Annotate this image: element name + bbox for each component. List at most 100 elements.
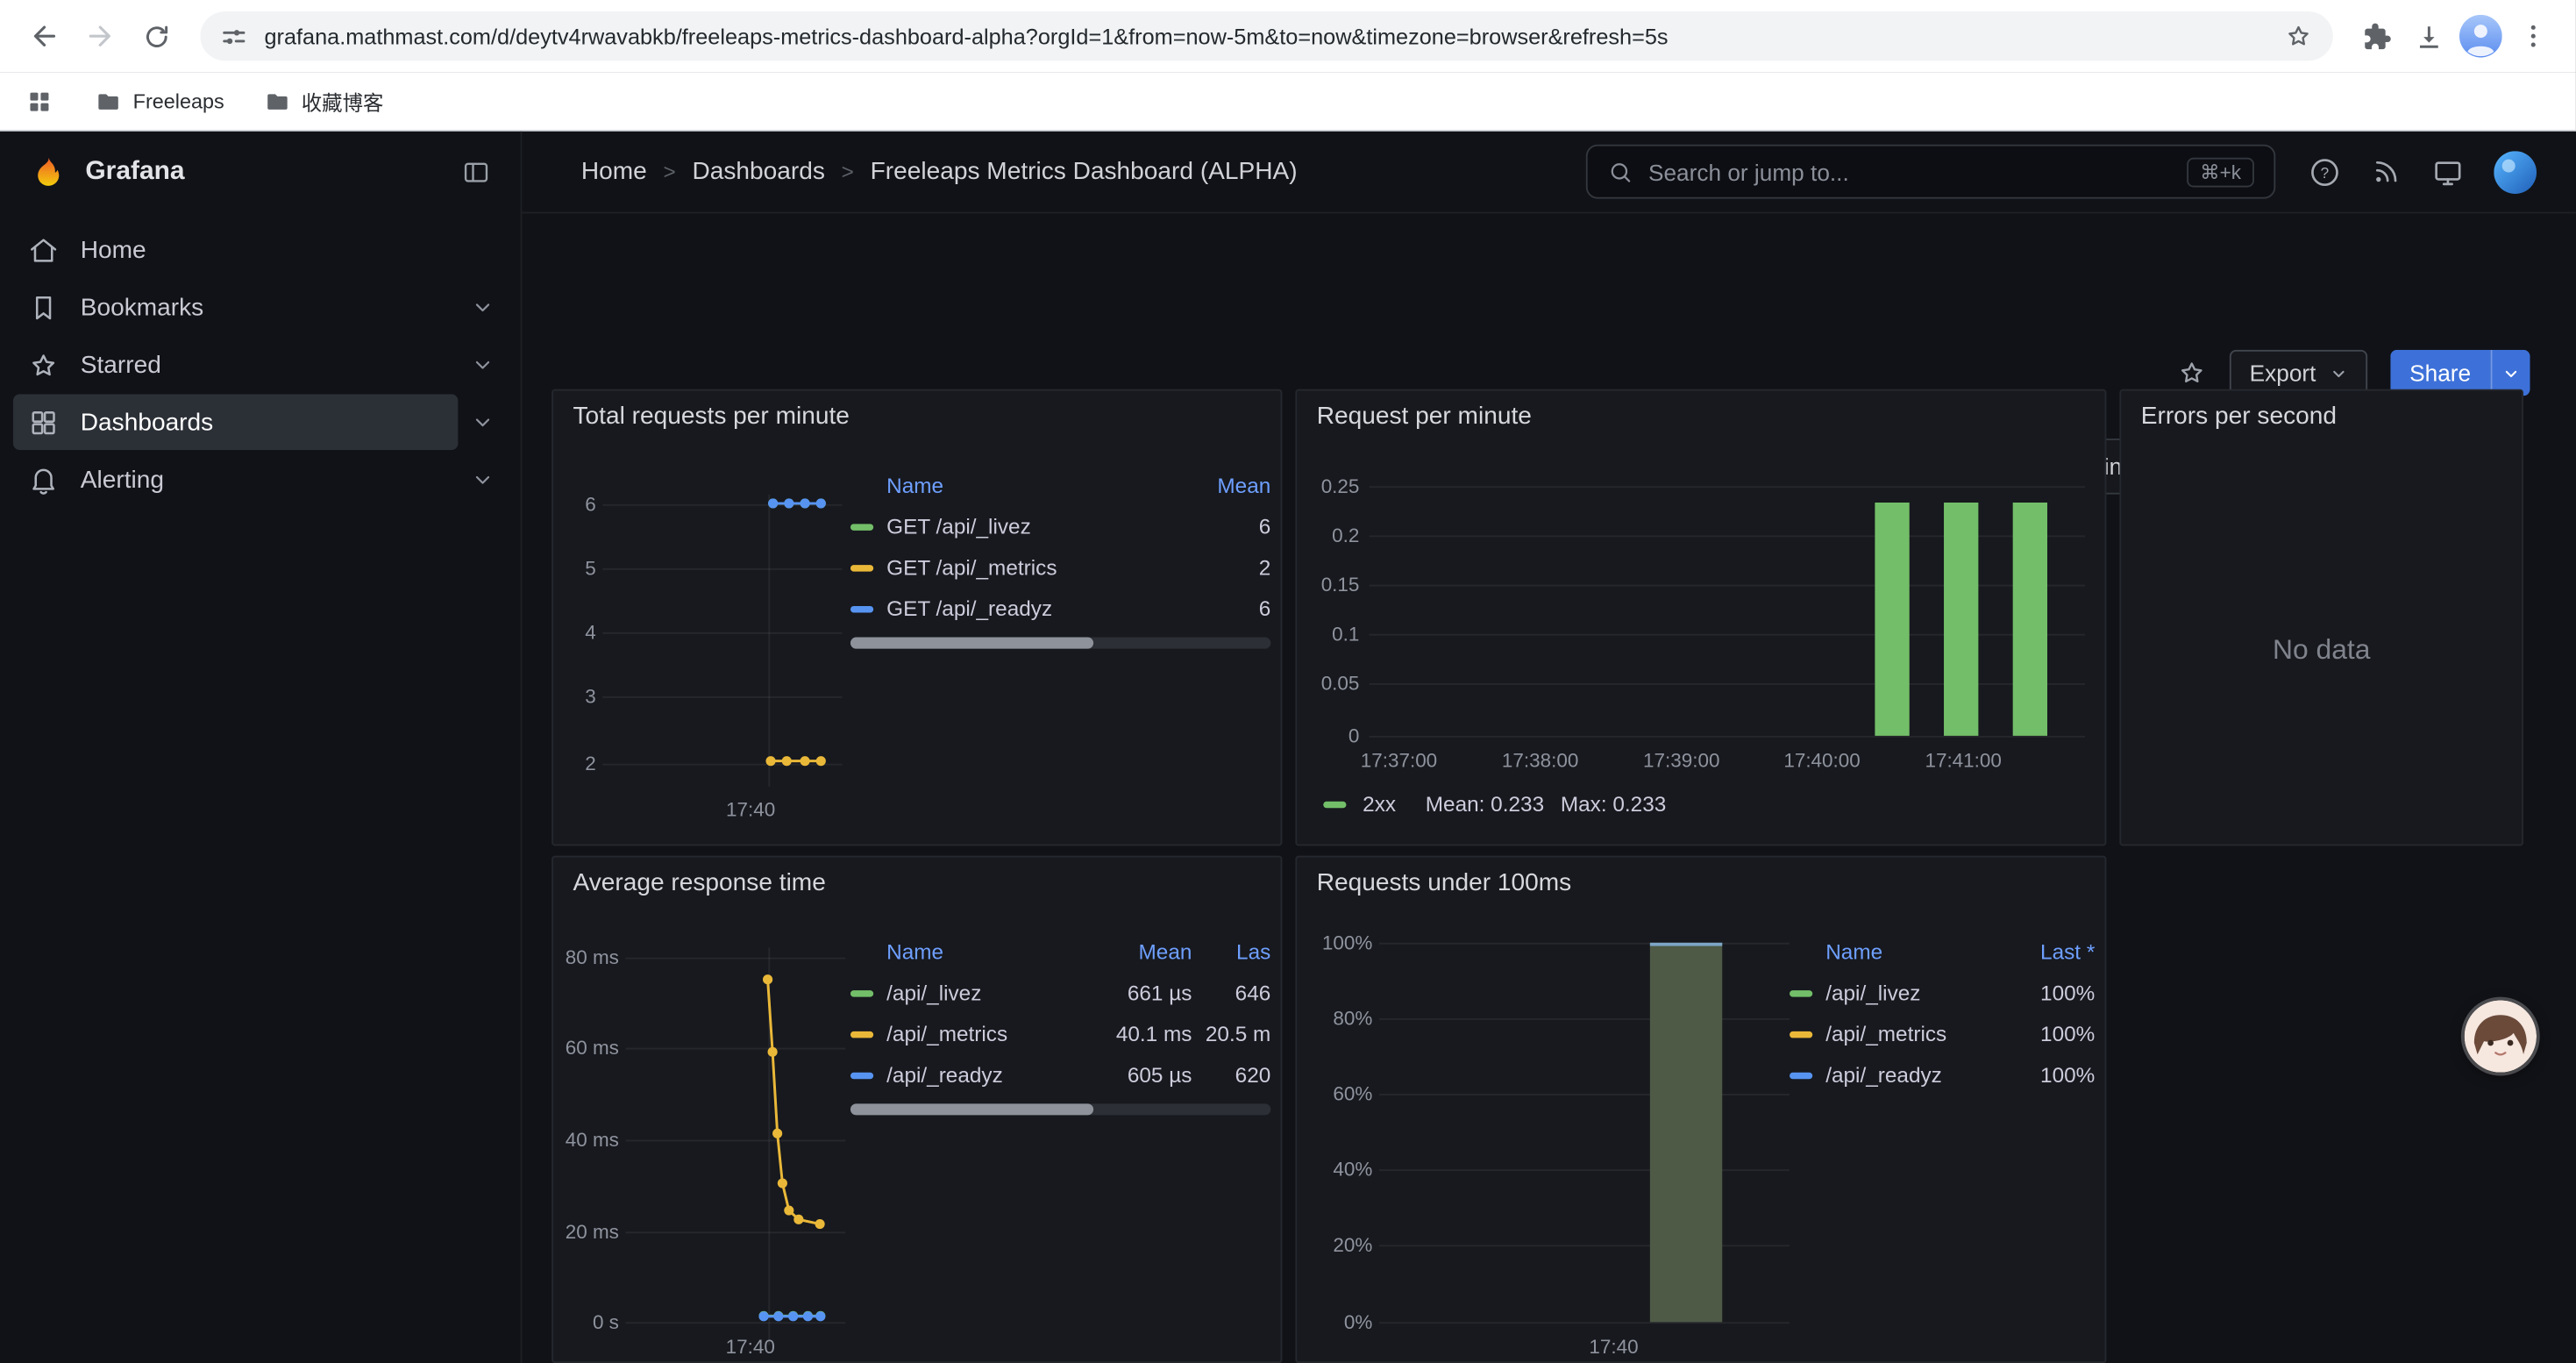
monitor-icon[interactable]	[2431, 155, 2464, 188]
breadcrumb-separator: >	[842, 160, 854, 184]
gridline	[625, 958, 845, 960]
browser-menu-icon[interactable]	[2507, 10, 2559, 62]
chevron-down-icon[interactable]	[458, 296, 507, 318]
bookmark-folder-freeleaps[interactable]: Freeleaps	[96, 88, 224, 114]
legend-column-header[interactable]: Name	[850, 938, 1084, 963]
bar	[1650, 943, 1722, 1323]
legend-value: 605 µs	[1084, 1063, 1192, 1088]
favorite-star-icon[interactable]	[2177, 358, 2207, 388]
legend-row[interactable]: /api/_readyz100%	[1790, 1054, 2095, 1095]
forward-button[interactable]	[72, 8, 128, 64]
user-avatar[interactable]	[2494, 150, 2537, 193]
chevron-down-icon[interactable]	[458, 410, 507, 433]
panel-title[interactable]: Average response time	[573, 869, 826, 897]
sidebar-item-starred[interactable]: Starred	[13, 337, 508, 393]
rss-icon[interactable]	[2371, 156, 2402, 188]
legend-row[interactable]: /api/_livez661 µs646	[850, 973, 1270, 1014]
bookmark-folder-blog[interactable]: 收藏博客	[264, 85, 384, 117]
sidebar-item-label: Home	[81, 236, 146, 264]
gridline	[602, 568, 842, 570]
search-input[interactable]: Search or jump to... ⌘+k	[1586, 145, 2275, 199]
legend-column-header[interactable]: Name	[1790, 938, 1989, 963]
reload-button[interactable]	[128, 8, 184, 64]
gridline	[1379, 1094, 1790, 1095]
bookmark-star-icon[interactable]	[2284, 21, 2314, 51]
back-button[interactable]	[17, 8, 73, 64]
sidebar-item-home[interactable]: Home	[13, 222, 508, 278]
help-icon[interactable]: ?	[2309, 155, 2341, 188]
scrollbar-thumb[interactable]	[850, 1103, 1094, 1115]
gridline	[1370, 486, 2085, 488]
panel-title[interactable]: Request per minute	[1317, 403, 1532, 431]
legend-column-header[interactable]: Last *	[1989, 938, 2095, 963]
legend-column-header[interactable]: Mean	[1084, 938, 1192, 963]
sidebar-collapse-icon[interactable]	[461, 158, 491, 188]
y-axis-tick: 0	[1297, 724, 1359, 747]
browser-toolbar: grafana.mathmast.com/d/deytv4rwavabkb/fr…	[0, 0, 2576, 72]
dashboard-header: Home > Dashboards > Freeleaps Metrics Da…	[522, 132, 2575, 214]
gridline	[1379, 1245, 1790, 1246]
avatar	[2465, 1000, 2537, 1072]
y-axis-tick: 60%	[1297, 1082, 1372, 1105]
series-color-swatch	[850, 1072, 873, 1078]
share-label: Share	[2409, 360, 2471, 386]
legend-row[interactable]: /api/_livez100%	[1790, 973, 2095, 1014]
legend-row[interactable]: /api/_readyz605 µs620	[850, 1054, 1270, 1095]
legend-series-name[interactable]: 2xx	[1363, 792, 1396, 817]
extensions-icon[interactable]	[2350, 10, 2402, 62]
breadcrumb-home[interactable]: Home	[581, 158, 647, 186]
grafana-logo-icon[interactable]	[30, 153, 68, 191]
sidebar-item-dashboards[interactable]: Dashboards	[13, 394, 508, 450]
apps-shortcut-icon[interactable]	[23, 84, 55, 117]
legend-column-header[interactable]: Mean	[1172, 472, 1270, 496]
export-label: Export	[2250, 360, 2316, 386]
browser-profile-avatar[interactable]	[2454, 10, 2507, 62]
bar	[1944, 503, 1978, 736]
chevron-down-icon[interactable]	[458, 468, 507, 491]
series-color-swatch	[850, 564, 873, 570]
legend-row[interactable]: /api/_metrics100%	[1790, 1013, 2095, 1054]
url-bar[interactable]: grafana.mathmast.com/d/deytv4rwavabkb/fr…	[200, 11, 2332, 61]
gridline	[1370, 736, 2085, 738]
legend-row[interactable]: GET /api/_livez6	[850, 506, 1270, 547]
no-data-message: No data	[2121, 457, 2522, 845]
gridline	[625, 1048, 845, 1050]
legend-column-header[interactable]: Las	[1192, 938, 1270, 963]
y-axis-tick: 0.15	[1297, 574, 1359, 596]
y-axis-tick: 20%	[1297, 1233, 1372, 1256]
scrollbar-thumb[interactable]	[850, 638, 1094, 649]
chevron-down-icon	[2502, 364, 2521, 382]
gridline	[768, 947, 770, 1345]
panel-request-per-minute: Request per minute 2xx Mean: 0.233 Max: …	[1295, 389, 2106, 846]
legend: 2xx Mean: 0.233 Max: 0.233	[1323, 792, 1666, 817]
legend-value: 646	[1192, 981, 1270, 1005]
y-axis-tick: 40 ms	[553, 1128, 619, 1151]
sidebar-item-alerting[interactable]: Alerting	[13, 452, 508, 508]
chevron-down-icon[interactable]	[458, 353, 507, 376]
legend-value: 20.5 m	[1192, 1022, 1270, 1046]
legend-row[interactable]: GET /api/_readyz6	[850, 588, 1270, 629]
downloads-icon[interactable]	[2402, 10, 2454, 62]
search-placeholder: Search or jump to...	[1648, 159, 1849, 185]
panel-title[interactable]: Requests under 100ms	[1317, 869, 1571, 897]
sidebar-item-label: Starred	[81, 351, 161, 379]
floating-assistant-avatar[interactable]	[2465, 1000, 2537, 1072]
legend-row[interactable]: GET /api/_metrics2	[850, 547, 1270, 589]
panel-title[interactable]: Errors per second	[2141, 403, 2337, 431]
legend-column-header[interactable]: Name	[850, 472, 1172, 496]
legend-scrollbar[interactable]	[850, 1103, 1270, 1115]
sidebar-item-label: Alerting	[81, 466, 164, 494]
y-axis-tick: 20 ms	[553, 1220, 619, 1243]
reload-icon	[140, 20, 172, 52]
site-info-icon[interactable]	[220, 22, 248, 50]
legend-row[interactable]: /api/_metrics40.1 ms20.5 m	[850, 1013, 1270, 1054]
bookmark-label: Freeleaps	[133, 89, 224, 112]
y-axis-tick: 6	[553, 493, 596, 516]
y-axis-tick: 0.05	[1297, 672, 1359, 695]
panel-title[interactable]: Total requests per minute	[573, 403, 850, 431]
sidebar-item-bookmarks[interactable]: Bookmarks	[13, 279, 508, 335]
legend-scrollbar[interactable]	[850, 638, 1270, 649]
series-color-swatch	[1790, 989, 1812, 995]
legend-max: Max: 0.233	[1561, 792, 1666, 817]
breadcrumb-dashboards[interactable]: Dashboards	[692, 158, 824, 186]
